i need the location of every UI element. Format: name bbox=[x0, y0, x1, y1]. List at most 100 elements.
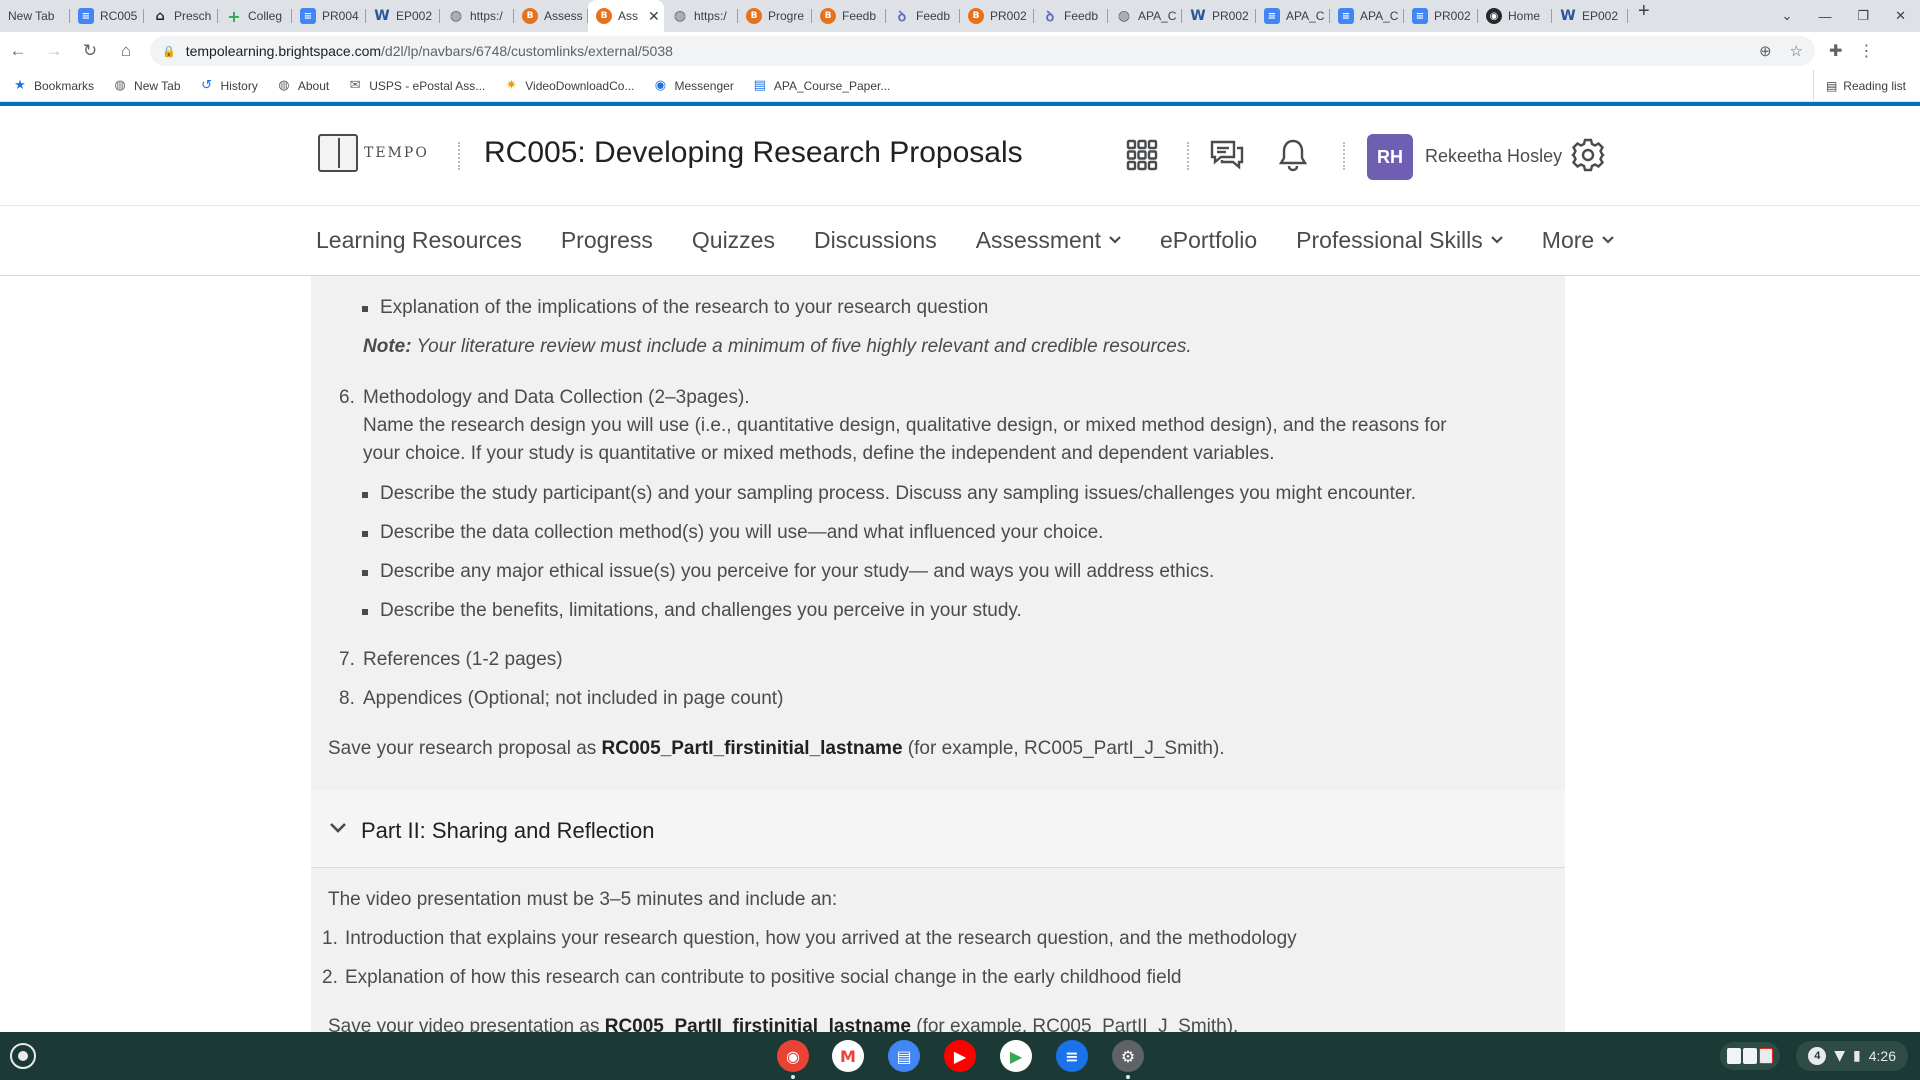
address-bar[interactable]: 🔒 tempolearning.brightspace.com/d2l/lp/n… bbox=[150, 36, 1815, 66]
browser-tab[interactable]: ≡ PR002 bbox=[1404, 0, 1478, 32]
nav-item-progress[interactable]: Progress bbox=[561, 227, 653, 254]
user-avatar[interactable]: RH bbox=[1367, 134, 1413, 180]
browser-tab[interactable]: + Colleg bbox=[218, 0, 292, 32]
bookmark-label: Bookmarks bbox=[34, 78, 95, 93]
bookmark-item[interactable]: ✉ USPS - ePostal Ass... bbox=[347, 78, 486, 93]
messages-icon[interactable] bbox=[1208, 136, 1246, 174]
browser-tab[interactable]: ◍ https:/ bbox=[664, 0, 738, 32]
bookmark-label: About bbox=[297, 78, 330, 93]
methodology-desc-line2: your choice. If your study is quantitati… bbox=[363, 443, 1275, 464]
save-suffix: (for example, RC005_PartII_J_Smith). bbox=[910, 1016, 1239, 1032]
methodology-bullet: Describe any major ethical issue(s) you … bbox=[380, 561, 1215, 582]
bookmark-item[interactable]: ◍ New Tab bbox=[112, 78, 180, 93]
browser-tab[interactable]: ⌂ Presch bbox=[144, 0, 218, 32]
youtube-icon[interactable]: ▶ bbox=[944, 1040, 976, 1072]
browser-tab[interactable]: W EP002 bbox=[1552, 0, 1628, 32]
tab-label: PR004 bbox=[322, 9, 359, 23]
back-icon[interactable]: ← bbox=[0, 41, 36, 61]
zoom-icon[interactable]: ⊕ bbox=[1759, 42, 1772, 60]
bookmark-list: ★ Bookmarks ◍ New Tab ↺ History ◍ About ✉ USPS - … bbox=[12, 78, 908, 93]
browser-tab[interactable]: ≡ RC005 bbox=[70, 0, 144, 32]
minimize-icon[interactable]: — bbox=[1818, 9, 1831, 24]
bookmark-item[interactable]: ✷ VideoDownloadCo... bbox=[503, 78, 635, 93]
nav-item-quizzes[interactable]: Quizzes bbox=[692, 227, 775, 254]
bookmark-item[interactable]: ◍ About bbox=[276, 78, 329, 93]
word-favicon-icon: W bbox=[1190, 8, 1206, 24]
part2-accordion[interactable]: Part II: Sharing and Reflection bbox=[311, 790, 1565, 868]
tab-label: APA_C bbox=[1360, 9, 1399, 23]
screenshot-thumb-icon bbox=[1743, 1048, 1757, 1064]
status-tray[interactable]: 4 ▼ ▮ 4:26 bbox=[1796, 1041, 1908, 1071]
tab-label: Feedb bbox=[842, 9, 877, 23]
bookmark-item[interactable]: ▤ APA_Course_Paper... bbox=[752, 78, 891, 93]
chrome-icon[interactable]: ◉ bbox=[777, 1040, 809, 1072]
launcher-icon[interactable] bbox=[10, 1043, 36, 1069]
browser-tab[interactable]: W PR002 bbox=[1182, 0, 1256, 32]
browser-tab[interactable]: B Assess bbox=[514, 0, 588, 32]
nav-item-more[interactable]: More bbox=[1542, 227, 1614, 254]
methodology-title: Methodology and Data Collection (2–3page… bbox=[363, 387, 750, 408]
extensions-icon[interactable]: ✚ bbox=[1829, 41, 1842, 61]
bookmark-item[interactable]: ◉ Messenger bbox=[652, 78, 734, 93]
course-title[interactable]: RC005: Developing Research Proposals bbox=[484, 136, 1023, 170]
save-prefix: Save your video presentation as bbox=[328, 1016, 605, 1032]
nav-item-label: More bbox=[1541, 227, 1595, 253]
settings-gear-icon[interactable] bbox=[1569, 136, 1607, 174]
holding-space-tray[interactable] bbox=[1720, 1042, 1780, 1070]
close-window-icon[interactable]: ✕ bbox=[1895, 8, 1906, 24]
menu-icon[interactable]: ⋮ bbox=[1858, 41, 1874, 61]
bookmark-star-icon[interactable]: ☆ bbox=[1790, 42, 1803, 60]
running-indicator bbox=[791, 1075, 795, 1079]
browser-tab[interactable]: ◍ APA_C bbox=[1108, 0, 1182, 32]
nav-item-professional-skills[interactable]: Professional Skills bbox=[1296, 227, 1503, 254]
list-number: 6. bbox=[339, 387, 355, 408]
settings-icon[interactable]: ⚙ bbox=[1112, 1040, 1144, 1072]
save-video-instruction: Save your video presentation as RC005_Pa… bbox=[328, 1016, 1238, 1032]
bookmark-item[interactable]: ★ Bookmarks bbox=[12, 78, 94, 93]
restore-icon[interactable]: ❐ bbox=[1857, 8, 1869, 24]
browser-tab[interactable]: ꝺ Feedb bbox=[886, 0, 960, 32]
tab-search-icon[interactable]: ⌄ bbox=[1782, 8, 1793, 24]
user-name[interactable]: Rekeetha Hosley bbox=[1425, 146, 1562, 167]
browser-tab[interactable]: B Progre bbox=[738, 0, 812, 32]
reload-icon[interactable]: ↻ bbox=[72, 41, 108, 61]
bs-favicon-icon: B bbox=[746, 8, 762, 24]
play-store-icon[interactable]: ▶ bbox=[1000, 1040, 1032, 1072]
browser-tab[interactable]: ≡ APA_C bbox=[1256, 0, 1330, 32]
browser-tab[interactable]: B PR002 bbox=[960, 0, 1034, 32]
nav-item-assessment[interactable]: Assessment bbox=[976, 227, 1121, 254]
new-tab-icon[interactable]: + bbox=[1628, 0, 1660, 32]
browser-tab[interactable]: B Ass ✕ bbox=[588, 0, 664, 32]
tab-label: Assess bbox=[544, 9, 583, 23]
browser-tab[interactable]: ≡ APA_C bbox=[1330, 0, 1404, 32]
nav-item-learning-resources[interactable]: Learning Resources bbox=[316, 227, 522, 254]
home-icon[interactable]: ⌂ bbox=[108, 41, 144, 61]
tempo-logo[interactable]: TEMPO bbox=[318, 134, 429, 172]
lock-icon[interactable]: 🔒 bbox=[162, 45, 176, 58]
gmail-icon[interactable]: M bbox=[832, 1040, 864, 1072]
reading-list-button[interactable]: ▤ Reading list bbox=[1812, 70, 1906, 102]
messages-icon[interactable]: ≡ bbox=[1056, 1040, 1088, 1072]
reading-list-label: Reading list bbox=[1843, 79, 1906, 93]
browser-tab[interactable]: ◍ https:/ bbox=[440, 0, 514, 32]
browser-tab[interactable]: ◉ Home bbox=[1478, 0, 1552, 32]
tab-list: New Tab ≡ RC005 ⌂ Presch + Colleg ≡ PR004 W EP002 ◍… bbox=[0, 0, 1660, 32]
browser-tab[interactable]: New Tab bbox=[0, 0, 70, 32]
tab-label: APA_C bbox=[1286, 9, 1325, 23]
wifi-icon: ▼ bbox=[1834, 1048, 1846, 1064]
browser-tab[interactable]: ꝺ Feedb bbox=[1034, 0, 1108, 32]
header-divider bbox=[1187, 142, 1189, 170]
close-tab-icon[interactable]: ✕ bbox=[648, 8, 660, 25]
forward-icon[interactable]: → bbox=[36, 41, 72, 61]
nav-item-label: Quizzes bbox=[691, 227, 775, 253]
browser-tab[interactable]: ≡ PR004 bbox=[292, 0, 366, 32]
notifications-bell-icon[interactable] bbox=[1274, 136, 1312, 174]
docs-icon[interactable]: ▤ bbox=[888, 1040, 920, 1072]
browser-tab[interactable]: W EP002 bbox=[366, 0, 440, 32]
nav-item-discussions[interactable]: Discussions bbox=[814, 227, 937, 254]
course-selector-grid-icon[interactable] bbox=[1123, 136, 1161, 174]
browser-tab[interactable]: B Feedb bbox=[812, 0, 886, 32]
nav-item-eportfolio[interactable]: ePortfolio bbox=[1160, 227, 1257, 254]
bookmark-item[interactable]: ↺ History bbox=[199, 78, 258, 93]
list-number: 1. bbox=[322, 928, 338, 949]
